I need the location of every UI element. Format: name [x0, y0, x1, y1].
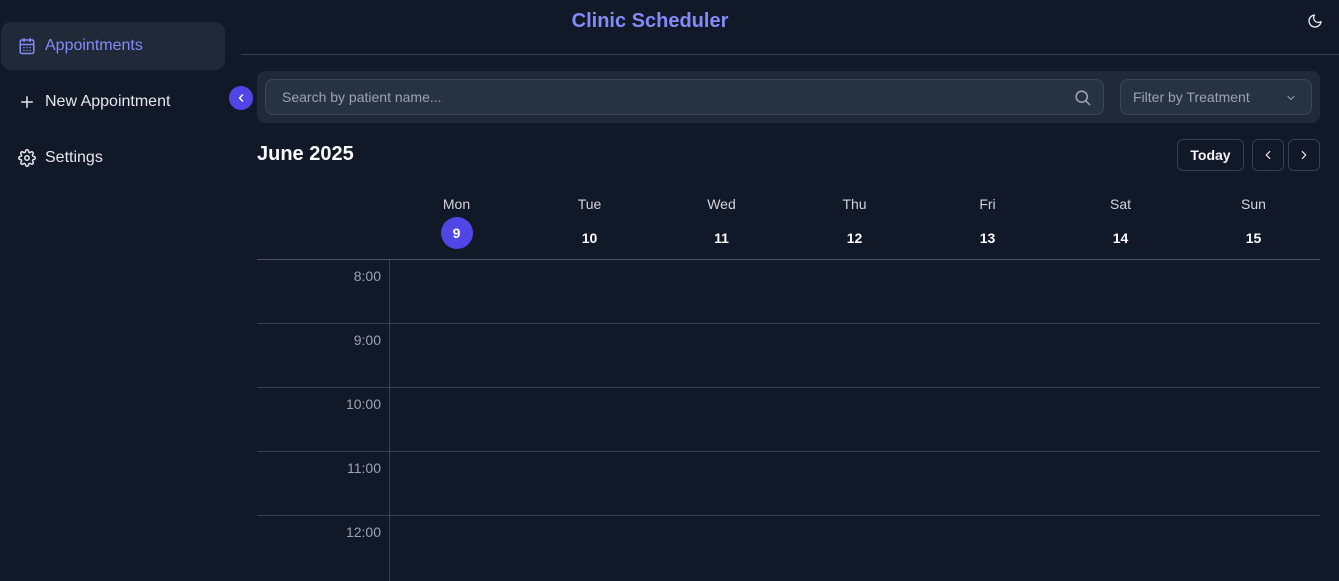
- day-name: Thu: [842, 196, 867, 212]
- chevron-right-icon: [1297, 148, 1311, 162]
- gear-icon: [18, 149, 36, 167]
- day-name: Tue: [577, 196, 602, 212]
- next-week-button[interactable]: [1288, 139, 1320, 171]
- day-header-mon: Mon 9: [390, 196, 523, 249]
- day-name: Fri: [979, 196, 996, 212]
- hour-row[interactable]: 11:00: [257, 452, 1320, 516]
- hour-label: 12:00: [345, 524, 381, 540]
- sidebar-item-label: Settings: [45, 149, 103, 166]
- sidebar-item-settings[interactable]: Settings: [1, 134, 225, 182]
- hour-row[interactable]: 10:00: [257, 388, 1320, 452]
- day-number-today[interactable]: 9: [440, 217, 473, 249]
- day-header-sun: Sun 15: [1187, 196, 1320, 254]
- day-number[interactable]: 12: [839, 222, 871, 254]
- day-name: Sat: [1109, 196, 1131, 212]
- day-number[interactable]: 14: [1105, 222, 1137, 254]
- search-icon: [1073, 88, 1092, 107]
- day-header-thu: Thu 12: [788, 196, 921, 254]
- calendar-icon: [18, 37, 36, 55]
- day-name: Sun: [1241, 196, 1266, 212]
- calendar-grid[interactable]: 8:00 9:00 10:00 11:00 12:00: [257, 259, 1320, 581]
- day-header-fri: Fri 13: [921, 196, 1054, 254]
- today-button[interactable]: Today: [1177, 139, 1244, 171]
- header: Clinic Scheduler: [241, 0, 1339, 55]
- hour-row[interactable]: 8:00: [257, 260, 1320, 324]
- hour-label: 10:00: [345, 396, 381, 412]
- plus-icon: [18, 93, 36, 111]
- day-header-tue: Tue 10: [523, 196, 656, 254]
- day-number[interactable]: 15: [1238, 222, 1270, 254]
- day-header-sat: Sat 14: [1054, 196, 1187, 254]
- hour-label: 9:00: [353, 332, 381, 348]
- moon-icon: [1307, 13, 1325, 29]
- hour-row[interactable]: 9:00: [257, 324, 1320, 388]
- theme-toggle-button[interactable]: [1307, 13, 1325, 31]
- day-number[interactable]: 13: [972, 222, 1004, 254]
- treatment-filter-select[interactable]: Filter by Treatment: [1120, 79, 1312, 115]
- app-title: Clinic Scheduler: [571, 10, 729, 32]
- hour-label: 8:00: [353, 268, 381, 284]
- prev-week-button[interactable]: [1252, 139, 1284, 171]
- sidebar-item-label: Appointments: [45, 37, 143, 54]
- sidebar: Appointments New Appointment Settings: [0, 0, 241, 581]
- search-field: [265, 79, 1104, 115]
- chevron-left-icon: [235, 92, 247, 104]
- day-number[interactable]: 10: [574, 222, 606, 254]
- sidebar-item-label: New Appointment: [45, 93, 171, 110]
- sidebar-item-new-appointment[interactable]: New Appointment: [1, 78, 225, 126]
- month-title: June 2025: [257, 143, 354, 165]
- day-number[interactable]: 11: [706, 222, 738, 254]
- chevron-left-icon: [1261, 148, 1275, 162]
- hour-row[interactable]: 12:00: [257, 516, 1320, 580]
- day-header-wed: Wed 11: [655, 196, 788, 254]
- filter-bar: Filter by Treatment: [257, 71, 1320, 123]
- treatment-filter-label: Filter by Treatment: [1133, 89, 1250, 105]
- search-input[interactable]: [266, 80, 1103, 114]
- chevron-down-icon: [1285, 91, 1297, 103]
- sidebar-item-appointments[interactable]: Appointments: [1, 22, 225, 70]
- day-name: Wed: [707, 196, 736, 212]
- collapse-sidebar-button[interactable]: [229, 86, 253, 110]
- day-name: Mon: [442, 196, 471, 212]
- hour-label: 11:00: [347, 460, 381, 476]
